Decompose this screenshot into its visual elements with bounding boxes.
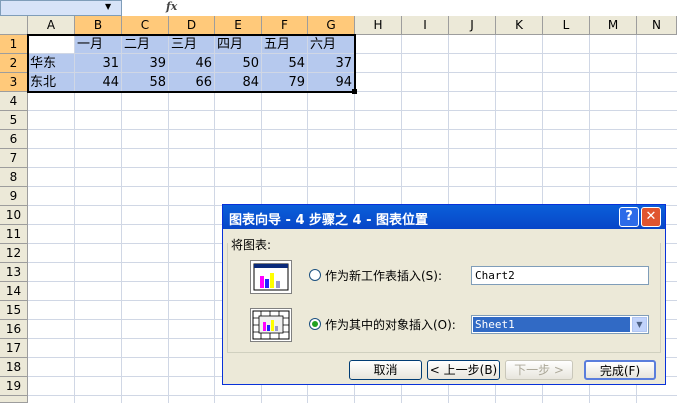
chevron-down-icon[interactable]: ▼ bbox=[105, 2, 111, 11]
row-header-17[interactable]: 17 bbox=[0, 339, 28, 358]
object-sheet-select[interactable]: Sheet1 ▼ bbox=[471, 315, 649, 334]
close-button[interactable]: ✕ bbox=[641, 207, 661, 227]
row-header-8[interactable]: 8 bbox=[0, 168, 28, 187]
row-header-10[interactable]: 10 bbox=[0, 206, 28, 225]
cell-f3[interactable]: 79 bbox=[262, 73, 308, 92]
column-header-c[interactable]: C bbox=[122, 16, 169, 35]
cell-b1[interactable]: 一月 bbox=[75, 35, 122, 54]
column-header-m[interactable]: M bbox=[590, 16, 637, 35]
finish-button[interactable]: 完成(F) bbox=[584, 360, 656, 380]
new-sheet-chart-icon bbox=[250, 260, 292, 294]
cell-c1[interactable]: 二月 bbox=[122, 35, 169, 54]
row-header-9[interactable]: 9 bbox=[0, 187, 28, 206]
row-header-11[interactable]: 11 bbox=[0, 225, 28, 244]
cell-g1[interactable]: 六月 bbox=[308, 35, 355, 54]
cell-d3[interactable]: 66 bbox=[169, 73, 215, 92]
cell-f2[interactable]: 54 bbox=[262, 54, 308, 73]
select-all-corner[interactable] bbox=[0, 16, 28, 35]
radio-embedded-object-label[interactable]: 作为其中的对象插入(O): bbox=[325, 316, 456, 333]
cell-a1[interactable] bbox=[28, 35, 75, 54]
cell-e3[interactable]: 84 bbox=[215, 73, 262, 92]
cell-b3[interactable]: 44 bbox=[75, 73, 122, 92]
formula-bar: ▼ fx bbox=[0, 0, 677, 17]
radio-new-sheet-label[interactable]: 作为新工作表插入(S): bbox=[325, 267, 442, 284]
radio-new-sheet[interactable] bbox=[309, 269, 321, 281]
row-header-2[interactable]: 2 bbox=[0, 54, 28, 73]
column-header-g[interactable]: G bbox=[308, 16, 355, 35]
row-header-20[interactable] bbox=[0, 396, 28, 403]
column-header-f[interactable]: F bbox=[262, 16, 308, 35]
row-header-13[interactable]: 13 bbox=[0, 263, 28, 282]
row-header-1[interactable]: 1 bbox=[0, 35, 28, 54]
cell-e2[interactable]: 50 bbox=[215, 54, 262, 73]
back-button[interactable]: < 上一步(B) bbox=[427, 360, 500, 380]
column-header-n[interactable]: N bbox=[637, 16, 677, 35]
column-header-l[interactable]: L bbox=[543, 16, 590, 35]
chart-wizard-dialog: 图表向导 - 4 步骤之 4 - 图表位置 ? ✕ 将图表: 作为新工作表插入(… bbox=[222, 204, 666, 385]
radio-embedded-object[interactable] bbox=[309, 318, 321, 330]
row-header-3[interactable]: 3 bbox=[0, 73, 28, 92]
cancel-button[interactable]: 取消 bbox=[349, 360, 422, 380]
column-header-h[interactable]: H bbox=[355, 16, 402, 35]
column-header-a[interactable]: A bbox=[28, 16, 75, 35]
new-sheet-name-input[interactable]: Chart2 bbox=[471, 266, 649, 285]
cell-a2[interactable]: 华东 bbox=[28, 54, 75, 73]
cell-g3[interactable]: 94 bbox=[308, 73, 355, 92]
row-header-14[interactable]: 14 bbox=[0, 282, 28, 301]
cell-g2[interactable]: 37 bbox=[308, 54, 355, 73]
cell-a3[interactable]: 东北 bbox=[28, 73, 75, 92]
dialog-titlebar[interactable]: 图表向导 - 4 步骤之 4 - 图表位置 ? ✕ bbox=[223, 205, 665, 229]
row-header-6[interactable]: 6 bbox=[0, 130, 28, 149]
help-button[interactable]: ? bbox=[619, 207, 639, 227]
cell-c3[interactable]: 58 bbox=[122, 73, 169, 92]
chevron-down-icon[interactable]: ▼ bbox=[632, 317, 647, 332]
object-sheet-value: Sheet1 bbox=[473, 317, 630, 332]
name-box[interactable]: ▼ bbox=[0, 0, 122, 16]
column-header-d[interactable]: D bbox=[169, 16, 215, 35]
row-header-19[interactable]: 19 bbox=[0, 377, 28, 396]
group-label: 将图表: bbox=[231, 238, 272, 252]
group-frame bbox=[227, 243, 661, 353]
row-header-18[interactable]: 18 bbox=[0, 358, 28, 377]
row-header-5[interactable]: 5 bbox=[0, 111, 28, 130]
column-header-j[interactable]: J bbox=[449, 16, 496, 35]
column-header-b[interactable]: B bbox=[75, 16, 122, 35]
next-button[interactable]: 下一步 > bbox=[505, 360, 573, 380]
fx-icon[interactable]: fx bbox=[166, 0, 177, 13]
cell-f1[interactable]: 五月 bbox=[262, 35, 308, 54]
cell-e1[interactable]: 四月 bbox=[215, 35, 262, 54]
row-header-4[interactable]: 4 bbox=[0, 92, 28, 111]
cell-d1[interactable]: 三月 bbox=[169, 35, 215, 54]
row-header-7[interactable]: 7 bbox=[0, 149, 28, 168]
fill-handle[interactable] bbox=[352, 89, 357, 94]
cell-b2[interactable]: 31 bbox=[75, 54, 122, 73]
cell-d2[interactable]: 46 bbox=[169, 54, 215, 73]
column-header-i[interactable]: I bbox=[402, 16, 449, 35]
row-header-12[interactable]: 12 bbox=[0, 244, 28, 263]
column-header-e[interactable]: E bbox=[215, 16, 262, 35]
dialog-title: 图表向导 - 4 步骤之 4 - 图表位置 bbox=[229, 213, 429, 228]
row-header-15[interactable]: 15 bbox=[0, 301, 28, 320]
cell-c2[interactable]: 39 bbox=[122, 54, 169, 73]
row-header-16[interactable]: 16 bbox=[0, 320, 28, 339]
column-header-k[interactable]: K bbox=[496, 16, 543, 35]
embedded-chart-icon bbox=[250, 308, 292, 342]
